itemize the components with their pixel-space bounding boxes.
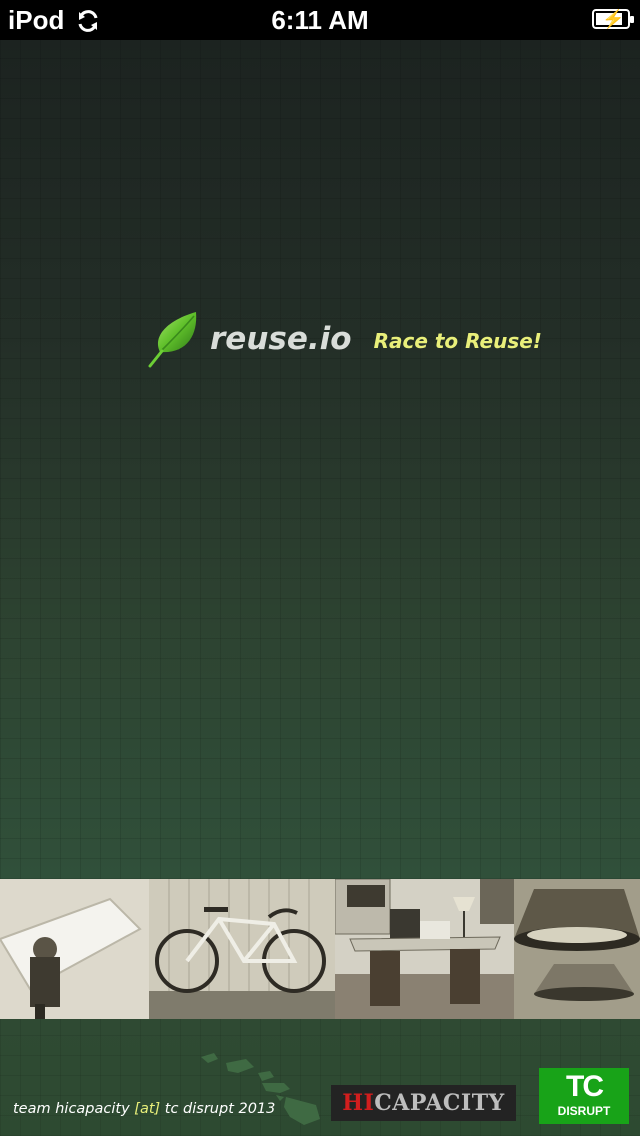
team-credit-text: team hicapacity [at] tc disrupt 2013 [13, 1101, 275, 1117]
bicycle-photo [149, 879, 335, 1019]
photo-strip [0, 879, 640, 1019]
hicapacity-logo-hi: HI [342, 1090, 375, 1116]
tc-logo-disrupt: DISRUPT [557, 1104, 611, 1118]
app-logo: reuse.io Race to Reuse! [146, 310, 542, 368]
status-time: 6:11 AM [271, 5, 369, 35]
team-credit-at: [at] [134, 1101, 161, 1117]
team-credit-prefix: team hicapacity [13, 1101, 135, 1117]
app-name: reuse.io [210, 321, 352, 357]
splash-background: reuse.io Race to Reuse! [0, 40, 640, 879]
team-credit-suffix: tc disrupt 2013 [160, 1101, 276, 1117]
leaf-icon [148, 312, 197, 368]
app-tagline: Race to Reuse! [373, 329, 542, 353]
footer: team hicapacity [at] tc disrupt 2013 HI C… [0, 1019, 640, 1136]
desk-photo [335, 879, 514, 1019]
battery-charging-icon: ⚡ [592, 9, 634, 29]
mattress-photo [0, 879, 149, 1019]
lamp-photo [514, 879, 640, 1019]
status-right: ⚡ [592, 9, 634, 29]
hicapacity-logo-capacity: CAPACITY [374, 1090, 505, 1116]
hicapacity-logo: HI CAPACITY [331, 1085, 516, 1121]
status-bar: iPod 6:11 AM ⚡ [0, 0, 640, 40]
tc-disrupt-logo: TC DISRUPT [539, 1068, 629, 1124]
tc-logo-letters: TC [566, 1070, 604, 1103]
